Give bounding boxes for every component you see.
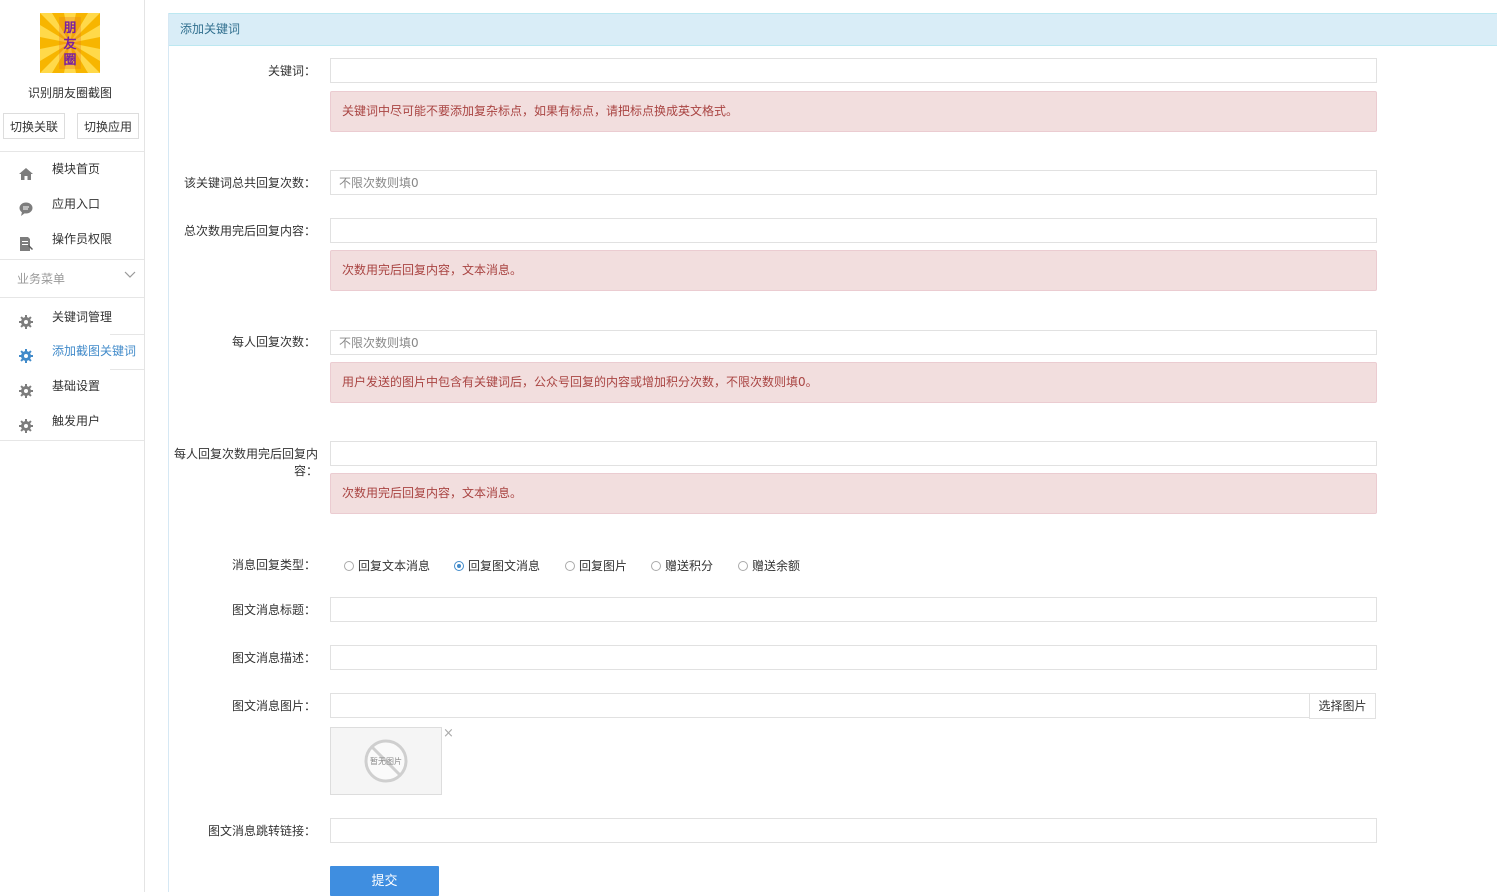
per-user-after-input[interactable]: [330, 441, 1377, 466]
sidebar-item-label: 模块首页: [52, 162, 101, 176]
total-count-label: 该关键词总共回复次数：: [183, 176, 316, 190]
sidebar-item-basic-settings[interactable]: 基础设置: [0, 369, 144, 403]
per-user-after-label: 每人回复次数用完后回复内 容：: [170, 446, 318, 480]
radio-label: 赠送余额: [752, 559, 801, 573]
sidebar-item-add-screenshot-keyword[interactable]: 添加截图关键词: [0, 334, 144, 368]
divider: [0, 440, 144, 441]
sidebar-item-label: 基础设置: [52, 379, 101, 393]
gear-icon: [18, 413, 34, 433]
sidebar-item-app-entry[interactable]: 应用入口: [0, 187, 144, 221]
home-icon: [18, 161, 34, 180]
news-title-label: 图文消息标题：: [231, 603, 316, 617]
logo-image: 朋 友 圈: [40, 13, 100, 73]
news-link-label: 图文消息跳转链接：: [207, 824, 316, 838]
total-after-hint: 次数用完后回复内容，文本消息。: [330, 250, 1377, 291]
divider: [0, 259, 144, 260]
no-image-icon: 暂无图片: [364, 739, 408, 783]
svg-text:圈: 圈: [63, 53, 76, 68]
sidebar-item-module-home[interactable]: 模块首页: [0, 152, 144, 186]
choose-image-button[interactable]: 选择图片: [1309, 693, 1376, 719]
reply-type-label: 消息回复类型：: [231, 558, 316, 572]
radio-dot: [738, 560, 748, 571]
divider: [0, 297, 144, 298]
sidebar-item-keyword-management[interactable]: 关键词管理: [0, 300, 144, 334]
menu-group-title: 业务菜单: [17, 272, 66, 286]
radio-label: 赠送积分: [665, 559, 714, 573]
gear-icon: [18, 378, 34, 398]
per-user-label: 每人回复次数：: [231, 335, 316, 349]
sidebar-item-label: 添加截图关键词: [52, 344, 137, 358]
sidebar-item-label: 触发用户: [52, 414, 101, 428]
app-logo: 朋 友 圈: [40, 13, 100, 73]
document-edit-icon: [18, 231, 34, 251]
per-user-hint: 用户发送的图片中包含有关键词后，公众号回复的内容或增加积分次数，不限次数则填0。: [330, 362, 1377, 403]
switch-relation-button[interactable]: 切换关联: [3, 113, 66, 139]
panel-title: 添加关键词: [169, 13, 1497, 46]
svg-text:朋: 朋: [62, 21, 76, 36]
radio-reply-news[interactable]: 回复图文消息: [454, 559, 540, 573]
sidebar-item-trigger-users[interactable]: 触发用户: [0, 404, 144, 438]
keyword-hint: 关键词中尽可能不要添加复杂标点，如果有标点，请把标点换成英文格式。: [330, 91, 1377, 132]
radio-label: 回复图片: [579, 559, 628, 573]
radio-label: 回复图文消息: [468, 559, 541, 573]
sidebar-item-label: 关键词管理: [52, 310, 113, 324]
per-user-after-hint: 次数用完后回复内容，文本消息。: [330, 473, 1377, 514]
image-preview: 暂无图片: [330, 727, 442, 795]
total-after-label: 总次数用完后回复内容：: [183, 224, 316, 238]
news-image-input[interactable]: [330, 693, 1310, 718]
sidebar: 朋 友 圈 识别朋友圈截图 切换关联 切换应用 模块首页 应用入口 操作员权限 …: [0, 0, 145, 892]
svg-text:友: 友: [63, 36, 76, 52]
sidebar-item-label: 应用入口: [52, 197, 101, 211]
close-icon[interactable]: ×: [443, 727, 455, 740]
app-name: 识别朋友圈截图: [27, 86, 112, 100]
sidebar-item-operator-permissions[interactable]: 操作员权限: [0, 222, 144, 256]
switch-app-button[interactable]: 切换应用: [77, 113, 140, 139]
no-image-text: 暂无图片: [370, 756, 402, 766]
keyword-label: 关键词：: [267, 64, 316, 78]
keyword-input[interactable]: [330, 58, 1377, 83]
radio-dot: [651, 560, 661, 571]
per-user-input[interactable]: [330, 330, 1377, 355]
radio-gift-points[interactable]: 赠送积分: [651, 559, 713, 573]
per-user-after-label-line1: 每人回复次数用完后回复内: [173, 447, 318, 461]
chat-bubble-icon: [18, 196, 34, 216]
radio-reply-image[interactable]: 回复图片: [565, 559, 627, 573]
news-image-label: 图文消息图片：: [231, 699, 316, 713]
total-count-input[interactable]: [330, 170, 1377, 195]
total-after-input[interactable]: [330, 218, 1377, 243]
gear-icon: [18, 309, 34, 329]
radio-dot: [454, 560, 464, 571]
radio-reply-text[interactable]: 回复文本消息: [344, 559, 430, 573]
news-title-input[interactable]: [330, 597, 1377, 622]
radio-dot: [565, 560, 575, 571]
news-desc-label: 图文消息描述：: [231, 651, 316, 665]
radio-label: 回复文本消息: [358, 559, 431, 573]
news-link-input[interactable]: [330, 818, 1377, 843]
radio-dot: [344, 560, 354, 571]
news-desc-input[interactable]: [330, 645, 1377, 670]
gear-icon: [18, 343, 34, 363]
per-user-after-label-line2: 容：: [293, 464, 318, 478]
sidebar-item-label: 操作员权限: [52, 232, 113, 246]
chevron-down-icon[interactable]: [123, 268, 137, 282]
radio-gift-balance[interactable]: 赠送余额: [738, 559, 800, 573]
